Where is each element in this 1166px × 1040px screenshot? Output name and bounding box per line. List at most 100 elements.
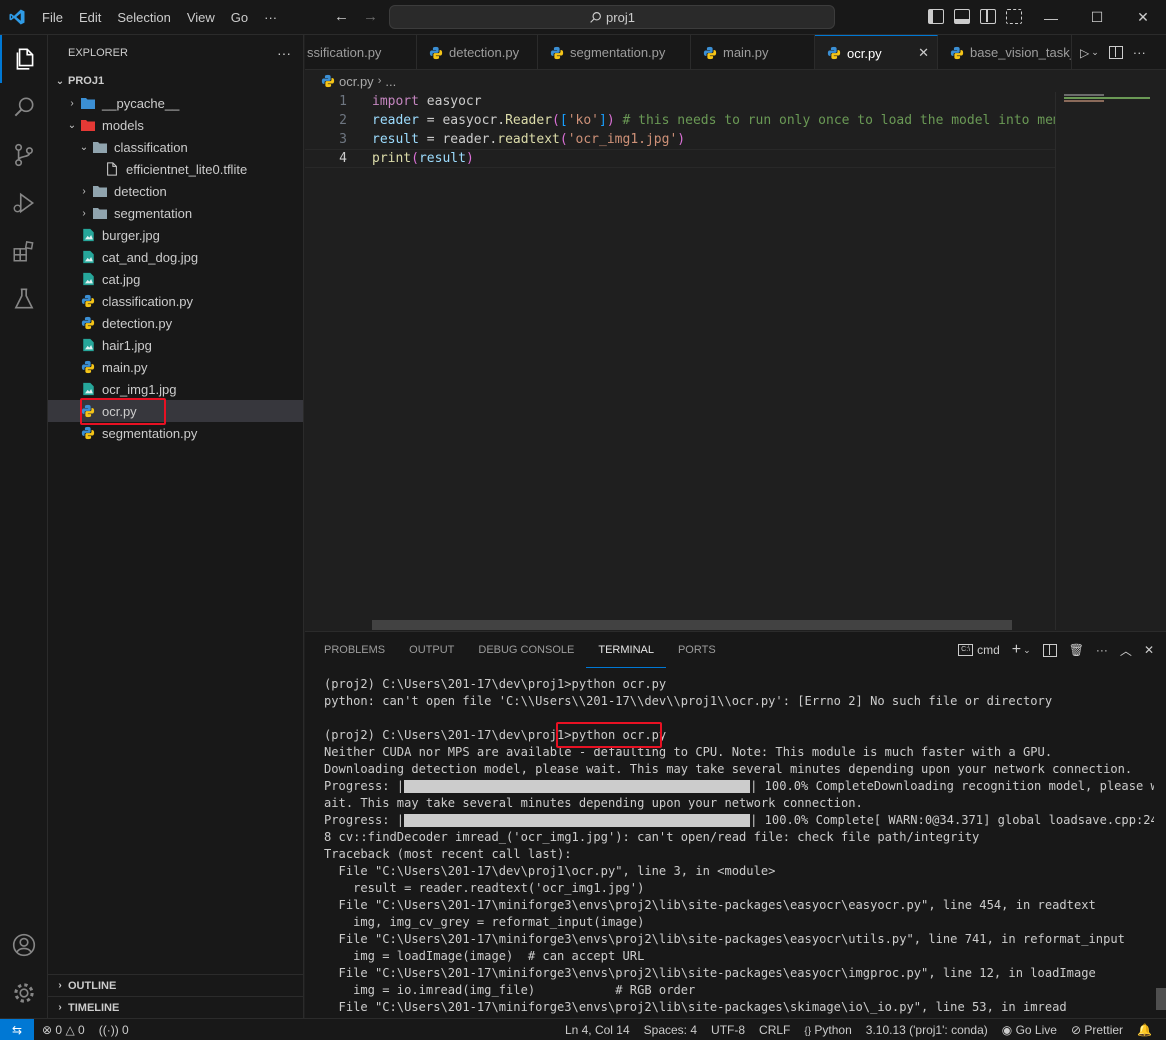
- python-interpreter[interactable]: 3.10.13 ('proj1': conda): [866, 1023, 988, 1037]
- tree-item-classification-py[interactable]: classification.py: [48, 290, 303, 312]
- prettier-status[interactable]: ⊘ Prettier: [1071, 1023, 1123, 1037]
- minimize-button[interactable]: —: [1028, 0, 1074, 35]
- python-icon: [80, 293, 96, 309]
- back-arrow-icon[interactable]: ←: [334, 8, 349, 25]
- maximize-button[interactable]: ☐: [1074, 0, 1120, 35]
- more-actions-icon[interactable]: ···: [1133, 45, 1146, 60]
- customize-layout-icon[interactable]: [1006, 9, 1022, 24]
- toggle-secondary-sidebar-icon[interactable]: [980, 9, 996, 24]
- breadcrumb-file[interactable]: ocr.py: [339, 74, 374, 89]
- tree-item-label: classification.py: [102, 293, 194, 309]
- tree-root[interactable]: ⌄ PROJ1: [48, 70, 303, 92]
- close-panel-icon[interactable]: ✕: [1144, 643, 1154, 657]
- title-bar: File Edit Selection View Go ··· ← → proj…: [0, 0, 1166, 35]
- command-center[interactable]: proj1: [389, 5, 835, 29]
- encoding[interactable]: UTF-8: [711, 1023, 745, 1037]
- menu-more[interactable]: ···: [256, 10, 285, 25]
- menu-view[interactable]: View: [179, 10, 223, 25]
- menu-selection[interactable]: Selection: [109, 10, 178, 25]
- panel-tab-debug-console[interactable]: DEBUG CONSOLE: [466, 632, 586, 668]
- terminal-output[interactable]: (proj2) C:\Users\201-17\dev\proj1>python…: [324, 676, 1154, 1016]
- tree-item-cat-and-dog-jpg[interactable]: cat_and_dog.jpg: [48, 246, 303, 268]
- tab-main[interactable]: main.py: [691, 35, 815, 69]
- line-ending[interactable]: CRLF: [759, 1023, 790, 1037]
- tab-segmentation[interactable]: segmentation.py: [538, 35, 691, 69]
- tree-item-burger-jpg[interactable]: burger.jpg: [48, 224, 303, 246]
- forward-arrow-icon[interactable]: →: [363, 8, 378, 25]
- tree-item-hair1-jpg[interactable]: hair1.jpg: [48, 334, 303, 356]
- tree-item-label: detection: [114, 183, 167, 199]
- menu-bar: File Edit Selection View Go ···: [34, 0, 285, 35]
- close-icon[interactable]: ✕: [918, 45, 929, 61]
- menu-edit[interactable]: Edit: [71, 10, 109, 25]
- split-editor-icon[interactable]: [1108, 46, 1123, 59]
- close-window-button[interactable]: ✕: [1120, 0, 1166, 35]
- activity-run-debug[interactable]: [0, 179, 48, 227]
- go-live-button[interactable]: ◉ Go Live: [1002, 1023, 1057, 1037]
- new-terminal-icon[interactable]: +: [1012, 641, 1021, 659]
- menu-go[interactable]: Go: [223, 10, 256, 25]
- toggle-panel-icon[interactable]: [954, 9, 970, 24]
- activity-accounts[interactable]: [0, 921, 48, 969]
- horizontal-scrollbar[interactable]: [372, 620, 1012, 630]
- cursor-position[interactable]: Ln 4, Col 14: [565, 1023, 630, 1037]
- panel-tab-ports[interactable]: PORTS: [666, 632, 728, 668]
- menu-file[interactable]: File: [34, 10, 71, 25]
- problems-status[interactable]: ⊗ 0 △ 0: [42, 1023, 85, 1037]
- tree-item-classification[interactable]: ⌄ classification: [48, 136, 303, 158]
- tab-ocr[interactable]: ocr.py ✕: [815, 35, 938, 69]
- tree-item-detection[interactable]: › detection: [48, 180, 303, 202]
- progress-bar: [404, 780, 751, 793]
- folder-icon: [92, 205, 108, 221]
- tree-item-detection-py[interactable]: detection.py: [48, 312, 303, 334]
- activity-manage[interactable]: [0, 969, 48, 1017]
- timeline-section[interactable]: › TIMELINE: [48, 996, 304, 1018]
- image-file-icon: [80, 381, 96, 397]
- extensions-icon: [13, 240, 34, 262]
- activity-explorer[interactable]: [0, 35, 48, 83]
- terminal-line: img, img_cv_grey = reformat_input(image): [324, 915, 645, 929]
- activity-extensions[interactable]: [0, 227, 48, 275]
- notifications-icon[interactable]: 🔔: [1137, 1023, 1152, 1037]
- tree-item-segmentation[interactable]: › segmentation: [48, 202, 303, 224]
- ports-status[interactable]: ((·)) 0: [99, 1023, 129, 1037]
- chevron-down-icon[interactable]: ⌄: [1091, 47, 1099, 58]
- explorer-more-button[interactable]: ···: [277, 45, 291, 61]
- remote-indicator[interactable]: ⇆: [0, 1019, 34, 1040]
- language-mode[interactable]: {} Python: [804, 1023, 851, 1037]
- code-editor[interactable]: 1 import easyocr 2 reader = easyocr.Read…: [305, 92, 1166, 630]
- tree-item-models[interactable]: ⌄ models: [48, 114, 303, 136]
- tab-classification[interactable]: ssification.py: [305, 35, 417, 69]
- activity-testing[interactable]: [0, 275, 48, 323]
- trash-icon[interactable]: 🗑: [1069, 643, 1084, 657]
- outline-section[interactable]: › OUTLINE: [48, 974, 304, 996]
- terminal-shell-name[interactable]: cmd: [977, 643, 1000, 657]
- more-actions-icon[interactable]: ···: [1096, 643, 1108, 657]
- panel-tab-output[interactable]: OUTPUT: [397, 632, 466, 668]
- panel-tab-problems[interactable]: PROBLEMS: [305, 632, 397, 668]
- code-text: result = reader.readtext('ocr_img1.jpg'): [372, 132, 686, 147]
- tab-detection[interactable]: detection.py: [417, 35, 538, 69]
- gear-icon: [14, 983, 34, 1003]
- tab-base-vision-task[interactable]: base_vision_task_: [938, 35, 1072, 69]
- split-terminal-icon[interactable]: [1042, 643, 1057, 657]
- tree-item-ocr-img1-jpg[interactable]: ocr_img1.jpg: [48, 378, 303, 400]
- vertical-scrollbar[interactable]: [1156, 988, 1166, 1010]
- tree-item-main-py[interactable]: main.py: [48, 356, 303, 378]
- tree-item-efficientnet-lite0-tflite[interactable]: efficientnet_lite0.tflite: [48, 158, 303, 180]
- tree-item-cat-jpg[interactable]: cat.jpg: [48, 268, 303, 290]
- tree-item-label: efficientnet_lite0.tflite: [126, 161, 248, 177]
- minimap[interactable]: [1055, 92, 1155, 630]
- toggle-sidebar-icon[interactable]: [928, 9, 944, 24]
- activity-search[interactable]: [0, 83, 48, 131]
- tree-item--pycache-[interactable]: › __pycache__: [48, 92, 303, 114]
- panel-tab-terminal[interactable]: TERMINAL: [586, 632, 666, 668]
- activity-source-control[interactable]: [0, 131, 48, 179]
- explorer-title: EXPLORER: [68, 46, 128, 59]
- run-icon[interactable]: ▷: [1080, 46, 1089, 60]
- indentation[interactable]: Spaces: 4: [644, 1023, 697, 1037]
- maximize-panel-icon[interactable]: ︿: [1120, 642, 1132, 659]
- tree-item-segmentation-py[interactable]: segmentation.py: [48, 422, 303, 444]
- breadcrumb-symbols[interactable]: ...: [385, 74, 396, 89]
- chevron-down-icon[interactable]: ⌄: [1023, 645, 1031, 656]
